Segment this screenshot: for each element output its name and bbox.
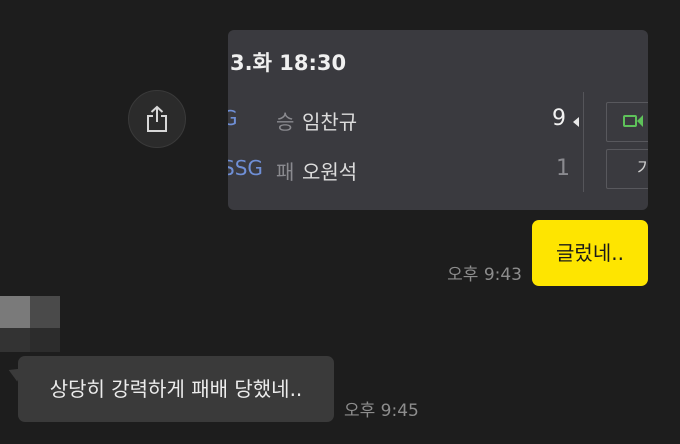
game-result: 패 [276,160,295,184]
team-name: SSG [228,156,263,180]
pitcher-name: 임찬규 [302,110,358,134]
video-icon [623,115,637,127]
incoming-message-bubble[interactable]: 상당히 강력하게 패배 당했네.. [18,356,334,422]
game-datetime: 3.화 18:30 [230,51,347,75]
card-divider [583,92,584,192]
avatar-pixel [30,296,60,328]
share-icon [147,105,167,132]
game-record-button[interactable]: 기 [606,149,648,189]
winner-arrow-icon [573,117,579,127]
pitcher-name: 오원석 [302,160,358,184]
team-name: G [228,106,238,130]
share-button[interactable] [128,90,186,148]
avatar-pixel [0,296,30,328]
game-result: 승 [276,110,295,134]
game-score-card[interactable]: 3.화 18:30 G 승 임찬규 9 SSG 패 오원석 1 기 [228,30,648,210]
team-score: 1 [556,156,570,181]
avatar-pixel [30,328,60,352]
avatar[interactable] [0,296,60,352]
team-row: G 승 임찬규 9 [228,106,608,136]
message-timestamp: 오후 9:45 [344,401,419,421]
team-score: 9 [552,106,566,131]
team-row: SSG 패 오원석 1 [228,156,608,186]
highlight-video-button[interactable] [606,102,648,142]
my-message-bubble[interactable]: 글렀네.. [532,220,648,286]
message-timestamp: 오후 9:43 [447,265,522,285]
avatar-pixel [0,328,30,352]
chat-view: 3.화 18:30 G 승 임찬규 9 SSG 패 오원석 1 기 오후 9:4… [0,0,680,444]
